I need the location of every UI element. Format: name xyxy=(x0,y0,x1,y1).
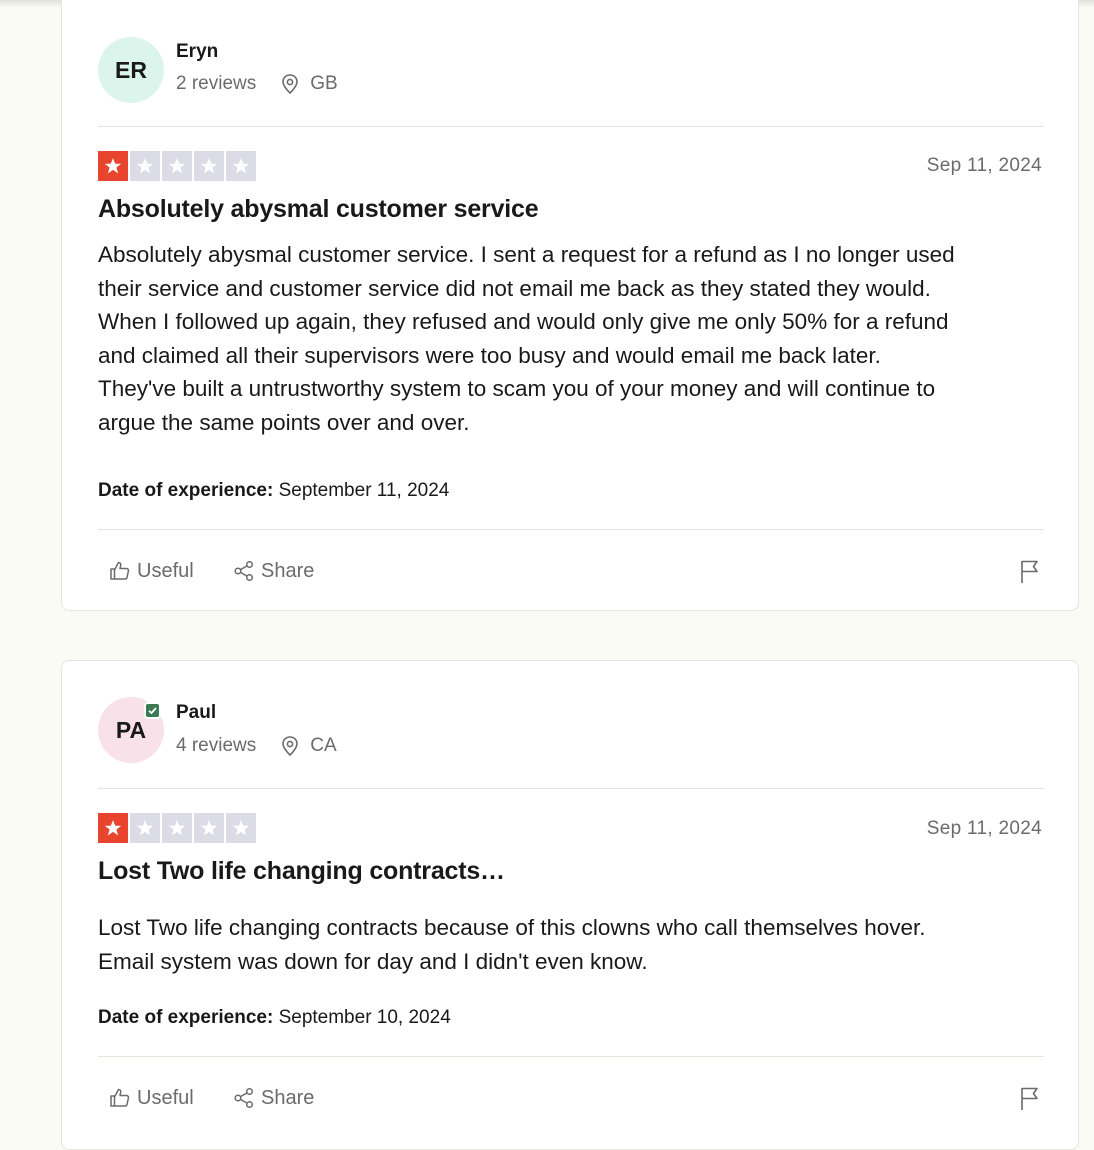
reviewer-meta: 4 reviews CA xyxy=(176,735,337,757)
review-card: PA Paul 4 reviews CA Sep 11, 2024 Lost T… xyxy=(61,660,1079,1150)
review-body-line: Lost Two life changing contracts because… xyxy=(98,915,926,940)
review-body-line: argue the same points over and over. xyxy=(98,409,470,435)
location-pin-icon xyxy=(280,73,300,95)
location-pin-icon xyxy=(280,735,300,757)
star-icon xyxy=(130,813,160,843)
star-icon xyxy=(98,813,128,843)
review-body-line: Absolutely abysmal customer service. I s… xyxy=(98,242,955,267)
review-body-line: Email system was down for day and I didn… xyxy=(98,948,648,974)
flag-icon[interactable] xyxy=(1018,558,1042,589)
useful-label: Useful xyxy=(137,559,194,582)
divider xyxy=(98,1056,1044,1057)
share-label: Share xyxy=(261,559,315,582)
share-label: Share xyxy=(261,1086,315,1109)
useful-button[interactable]: Useful xyxy=(108,559,194,583)
star-icon xyxy=(226,151,256,181)
useful-button[interactable]: Useful xyxy=(108,1086,194,1110)
share-button[interactable]: Share xyxy=(232,1086,314,1110)
divider xyxy=(98,529,1044,530)
star-icon xyxy=(162,813,192,843)
review-count: 4 reviews xyxy=(176,735,257,756)
reviewer-meta: 2 reviews GB xyxy=(176,73,338,95)
review-body-line: their service and customer service did n… xyxy=(98,275,931,301)
verified-badge xyxy=(144,702,161,719)
experience-date: September 10, 2024 xyxy=(278,1007,451,1028)
divider xyxy=(98,788,1044,789)
reviewer-name[interactable]: Paul xyxy=(176,702,216,724)
review-body: Lost Two life changing contracts because… xyxy=(98,911,1048,978)
reviewer-country: CA xyxy=(310,735,337,756)
star-rating xyxy=(98,151,256,181)
experience-date: September 11, 2024 xyxy=(278,480,450,501)
check-icon xyxy=(147,705,158,716)
star-icon xyxy=(226,813,256,843)
review-title[interactable]: Lost Two life changing contracts… xyxy=(98,857,505,886)
thumbs-up-icon xyxy=(108,1086,137,1110)
experience-label: Date of experience: xyxy=(98,480,274,501)
date-of-experience: Date of experience: September 10, 2024 xyxy=(98,1007,451,1029)
review-title[interactable]: Absolutely abysmal customer service xyxy=(98,195,539,224)
useful-label: Useful xyxy=(137,1086,194,1109)
review-body-line: and claimed all their supervisors were t… xyxy=(98,342,881,368)
date-of-experience: Date of experience: September 11, 2024 xyxy=(98,480,449,502)
star-icon xyxy=(98,151,128,181)
star-icon xyxy=(194,813,224,843)
star-icon xyxy=(194,151,224,181)
star-rating xyxy=(98,813,256,843)
review-card: ER Eryn 2 reviews GB Sep 11, 2024 Absolu… xyxy=(61,0,1079,611)
share-button[interactable]: Share xyxy=(232,559,314,583)
divider xyxy=(98,126,1044,127)
share-icon xyxy=(232,1086,261,1110)
reviewer-country: GB xyxy=(310,73,338,94)
review-body-line: They've built a untrustworthy system to … xyxy=(98,376,936,402)
review-date: Sep 11, 2024 xyxy=(926,155,1042,176)
review-body-line: When I followed up again, they refused a… xyxy=(98,309,949,335)
review-body: Absolutely abysmal customer service. I s… xyxy=(98,238,1048,440)
flag-icon[interactable] xyxy=(1018,1085,1042,1116)
star-icon xyxy=(130,151,160,181)
thumbs-up-icon xyxy=(108,559,137,583)
experience-label: Date of experience: xyxy=(98,1007,274,1028)
review-date: Sep 11, 2024 xyxy=(926,818,1042,839)
star-icon xyxy=(162,151,192,181)
share-icon xyxy=(232,559,261,583)
avatar[interactable]: ER xyxy=(98,37,164,103)
review-count: 2 reviews xyxy=(176,73,257,94)
reviewer-name[interactable]: Eryn xyxy=(176,41,218,63)
